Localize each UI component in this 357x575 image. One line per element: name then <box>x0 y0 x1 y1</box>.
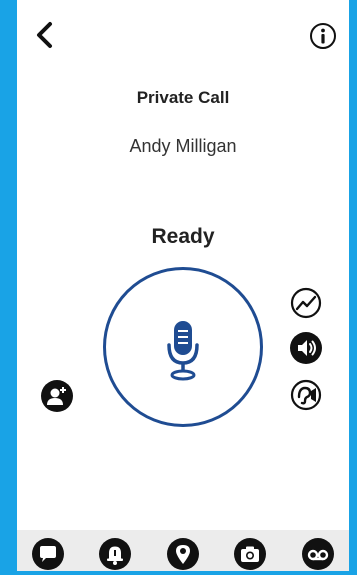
location-pin-icon <box>167 538 199 570</box>
speaker-icon <box>290 332 322 364</box>
chevron-left-icon <box>37 22 52 48</box>
tab-location[interactable] <box>167 538 199 570</box>
info-button[interactable] <box>309 22 337 50</box>
speaker-button[interactable] <box>290 332 322 364</box>
add-person-icon <box>41 380 73 412</box>
info-icon <box>310 23 336 49</box>
tab-voicemail[interactable] <box>302 538 334 570</box>
alert-icon <box>99 538 131 570</box>
chat-bubble-icon <box>32 538 64 570</box>
earpiece-icon <box>290 379 322 411</box>
call-type-label: Private Call <box>136 88 230 107</box>
tab-alerts[interactable] <box>99 538 131 570</box>
signal-trend-icon <box>290 287 322 319</box>
call-screen: Private Call Andy Milligan Ready <box>17 0 349 571</box>
contact-name: Andy Milligan <box>129 136 237 156</box>
push-to-talk-button[interactable] <box>103 267 263 427</box>
tab-camera[interactable] <box>234 538 266 570</box>
bottom-navigation <box>17 530 349 571</box>
back-button[interactable] <box>31 20 57 50</box>
call-status: Ready <box>151 225 215 248</box>
add-participant-button[interactable] <box>41 380 73 412</box>
tab-messages[interactable] <box>32 538 64 570</box>
voicemail-icon <box>302 538 334 570</box>
microphone-icon <box>167 321 199 381</box>
top-bar <box>17 0 349 60</box>
earpiece-button[interactable] <box>290 379 322 411</box>
signal-button[interactable] <box>290 287 322 319</box>
camera-icon <box>234 538 266 570</box>
